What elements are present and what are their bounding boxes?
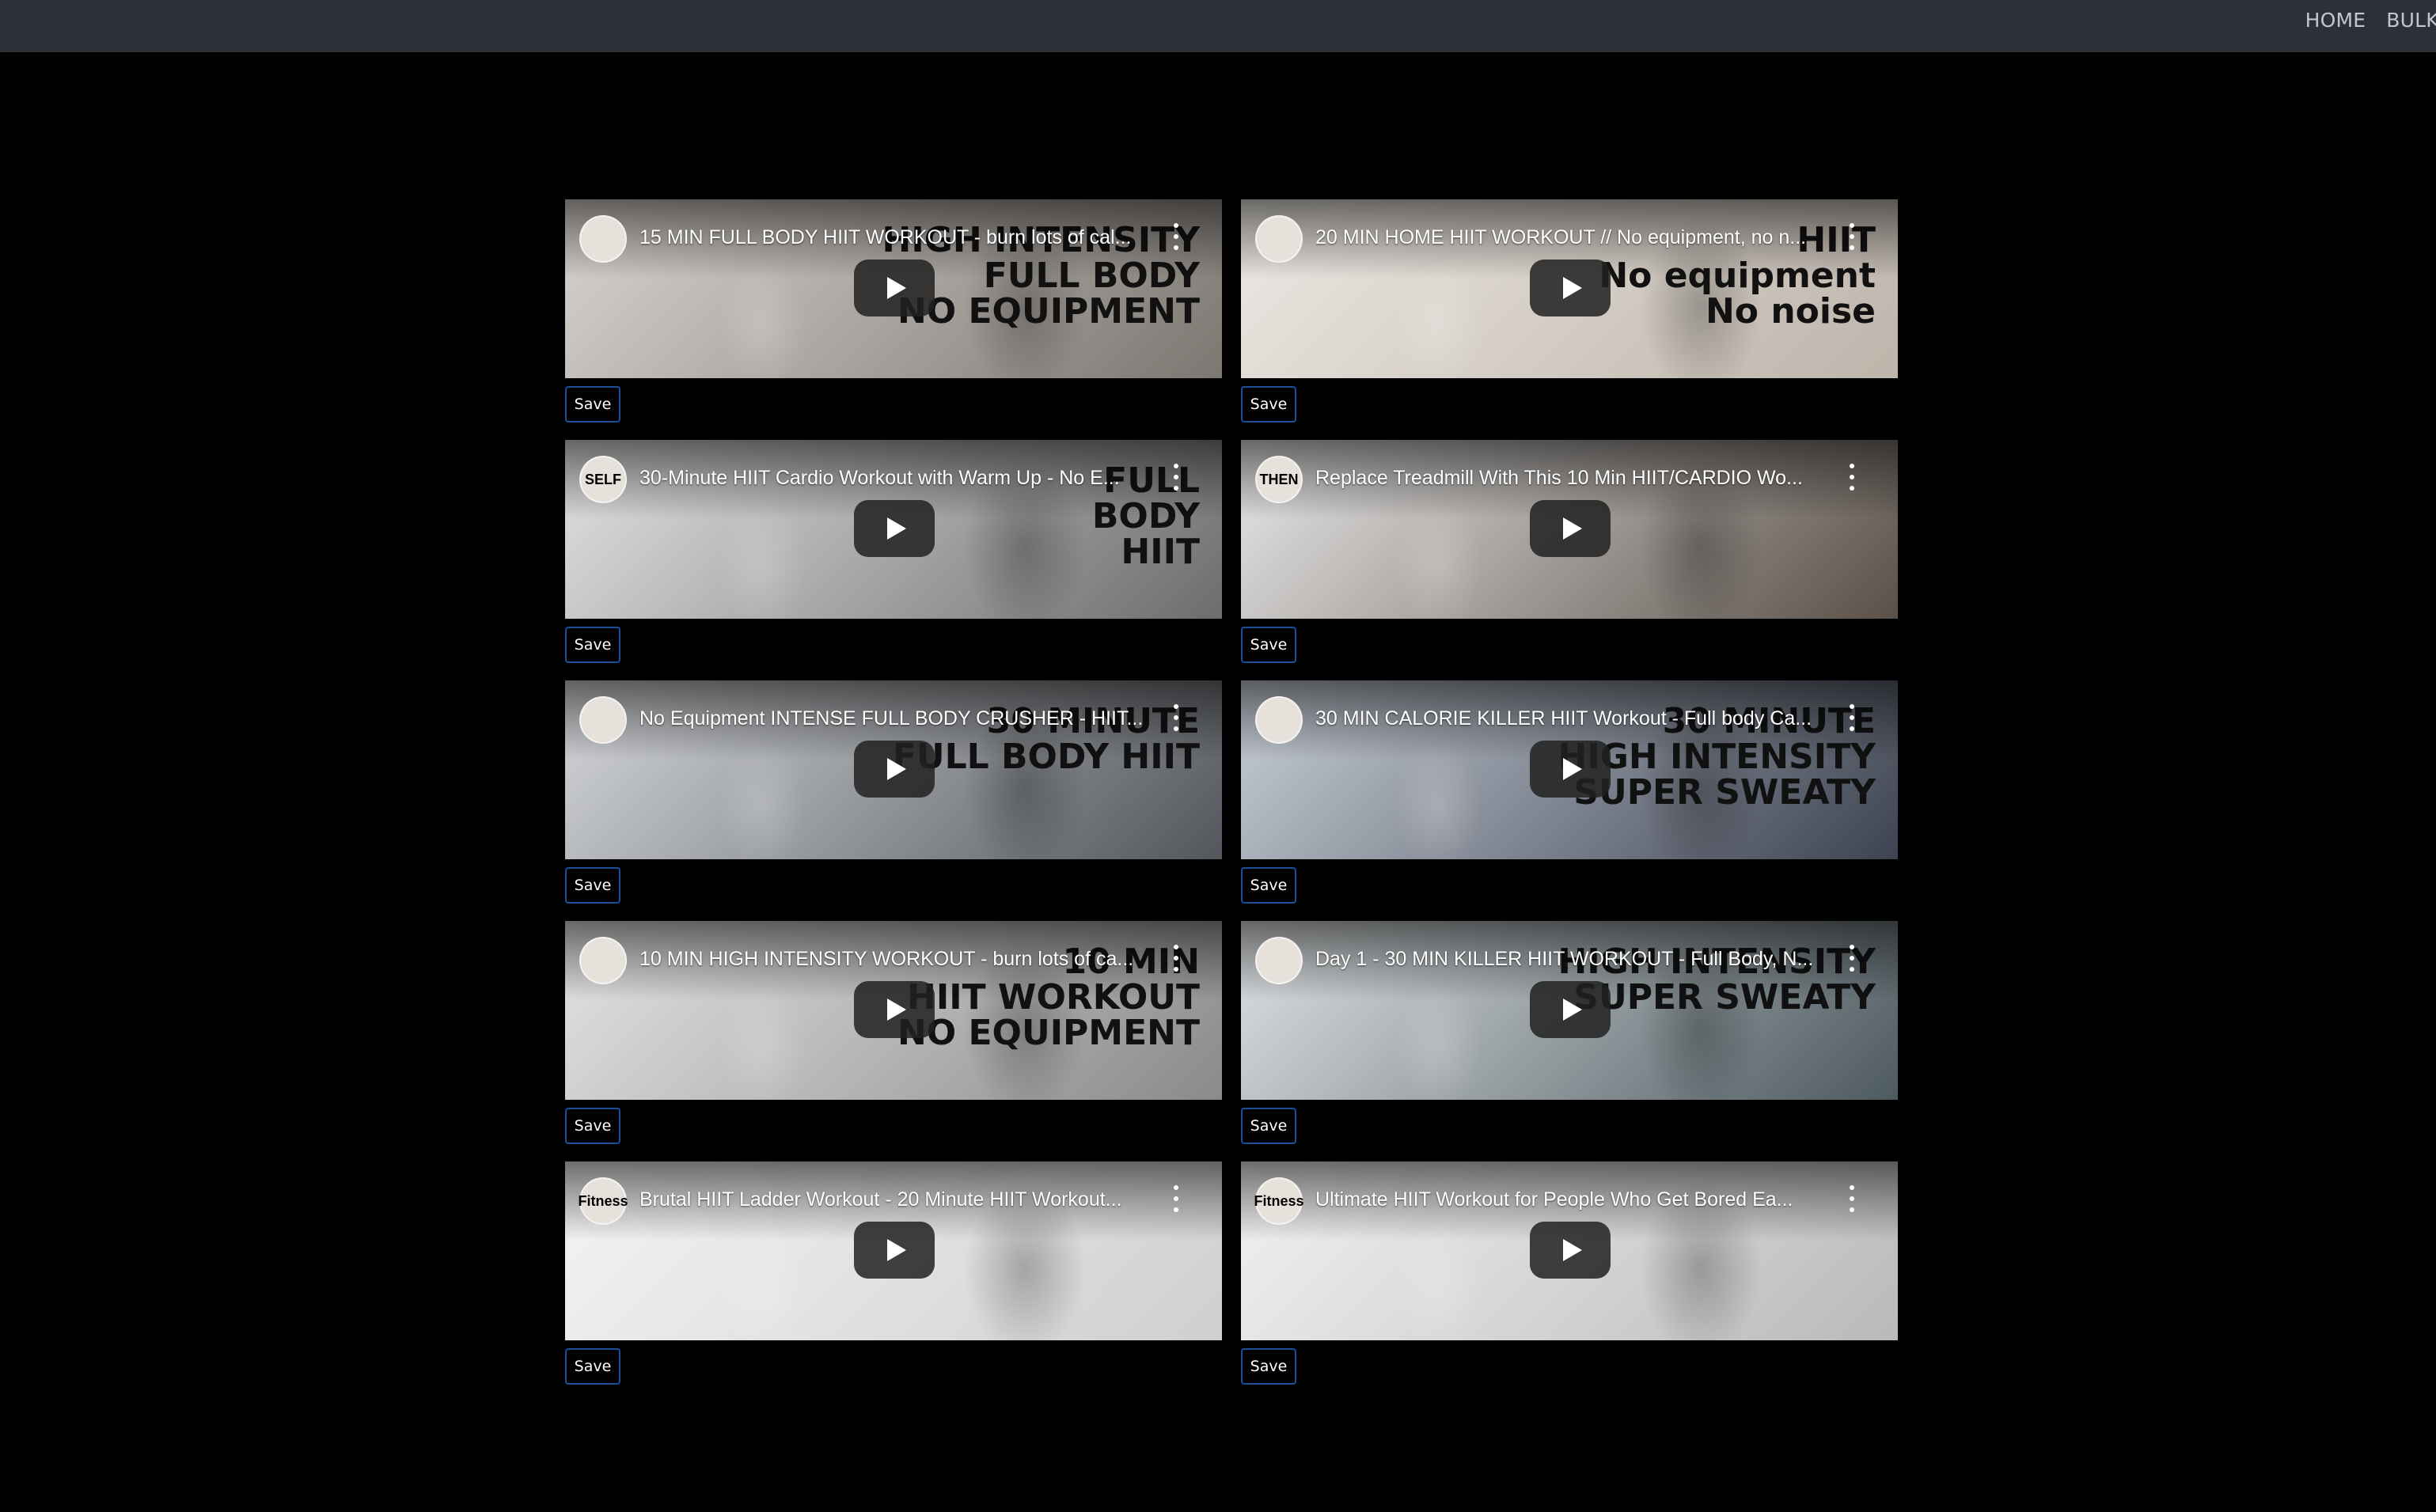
video-title[interactable]: Day 1 - 30 MIN KILLER HIIT WORKOUT - Ful… — [1315, 948, 1830, 971]
video-title[interactable]: 15 MIN FULL BODY HIIT WORKOUT - burn lot… — [639, 226, 1154, 249]
video-card: Fitness Ultimate HIIT Workout for People… — [1241, 1161, 1898, 1402]
play-button-icon[interactable] — [854, 981, 935, 1038]
channel-avatar[interactable]: Fitness — [578, 1177, 628, 1225]
play-button-icon[interactable] — [1530, 1222, 1611, 1279]
video-title[interactable]: No Equipment INTENSE FULL BODY CRUSHER -… — [639, 707, 1154, 730]
channel-avatar[interactable] — [579, 937, 627, 984]
video-embed[interactable]: FULLBODYHIIT SELF 30-Minute HIIT Cardio … — [565, 440, 1222, 619]
video-embed[interactable]: 10 MINHIIT WORKOUTNO EQUIPMENT 10 MIN HI… — [565, 921, 1222, 1100]
nav-home-link[interactable]: HOME — [2305, 9, 2366, 32]
save-button[interactable]: Save — [1241, 867, 1296, 904]
more-options-icon[interactable] — [1168, 1185, 1184, 1212]
video-card: THEN Replace Treadmill With This 10 Min … — [1241, 440, 1898, 680]
more-options-icon[interactable] — [1168, 704, 1184, 731]
video-card: HIITNo equipmentNo noise 20 MIN HOME HII… — [1241, 199, 1898, 440]
save-button[interactable]: Save — [1241, 1108, 1296, 1144]
video-card: Fitness Brutal HIIT Ladder Workout - 20 … — [565, 1161, 1222, 1402]
video-embed[interactable]: HIITNo equipmentNo noise 20 MIN HOME HII… — [1241, 199, 1898, 378]
more-options-icon[interactable] — [1168, 464, 1184, 491]
play-button-icon[interactable] — [1530, 260, 1611, 316]
save-button[interactable]: Save — [1241, 386, 1296, 423]
channel-avatar-label: Fitness — [1254, 1192, 1304, 1209]
video-title[interactable]: 10 MIN HIGH INTENSITY WORKOUT - burn lot… — [639, 948, 1154, 971]
play-button-icon[interactable] — [854, 741, 935, 798]
video-title[interactable]: Replace Treadmill With This 10 Min HIIT/… — [1315, 467, 1830, 490]
save-button[interactable]: Save — [1241, 1348, 1296, 1385]
play-button-icon[interactable] — [1530, 741, 1611, 798]
save-button[interactable]: Save — [565, 1108, 620, 1144]
more-options-icon[interactable] — [1844, 464, 1860, 491]
play-button-icon[interactable] — [854, 500, 935, 557]
more-options-icon[interactable] — [1844, 223, 1860, 250]
top-navbar: HOME BULK LE — [0, 0, 2436, 52]
channel-avatar[interactable]: THEN — [1255, 456, 1303, 503]
video-title[interactable]: 30 MIN CALORIE KILLER HIIT Workout - Ful… — [1315, 707, 1830, 730]
video-title[interactable]: 30-Minute HIIT Cardio Workout with Warm … — [639, 467, 1154, 490]
channel-avatar[interactable] — [1255, 215, 1303, 263]
save-button[interactable]: Save — [565, 627, 620, 663]
channel-avatar-label: THEN — [1259, 471, 1299, 487]
play-button-icon[interactable] — [854, 1222, 935, 1279]
video-embed[interactable]: 30 MINUTEHIGH INTENSITYSUPER SWEATY 30 M… — [1241, 680, 1898, 859]
more-options-icon[interactable] — [1844, 1185, 1860, 1212]
more-options-icon[interactable] — [1168, 945, 1184, 972]
video-embed[interactable]: HIGH INTENSITYSUPER SWEATY Day 1 - 30 MI… — [1241, 921, 1898, 1100]
save-button[interactable]: Save — [565, 867, 620, 904]
save-button[interactable]: Save — [1241, 627, 1296, 663]
more-options-icon[interactable] — [1844, 945, 1860, 972]
video-title[interactable]: 20 MIN HOME HIIT WORKOUT // No equipment… — [1315, 226, 1830, 249]
video-embed[interactable]: Fitness Brutal HIIT Ladder Workout - 20 … — [565, 1161, 1222, 1340]
channel-avatar-label: SELF — [584, 471, 621, 487]
channel-avatar[interactable]: Fitness — [1254, 1177, 1304, 1225]
play-button-icon[interactable] — [1530, 500, 1611, 557]
more-options-icon[interactable] — [1168, 223, 1184, 250]
video-card: 10 MINHIIT WORKOUTNO EQUIPMENT 10 MIN HI… — [565, 921, 1222, 1161]
channel-avatar[interactable]: SELF — [579, 456, 627, 503]
save-button[interactable]: Save — [565, 386, 620, 423]
video-title[interactable]: Brutal HIIT Ladder Workout - 20 Minute H… — [639, 1188, 1154, 1211]
video-embed[interactable]: Fitness Ultimate HIIT Workout for People… — [1241, 1161, 1898, 1340]
save-button[interactable]: Save — [565, 1348, 620, 1385]
video-card: HIGH INTENSITYSUPER SWEATY Day 1 - 30 MI… — [1241, 921, 1898, 1161]
channel-avatar[interactable] — [1255, 937, 1303, 984]
play-button-icon[interactable] — [854, 260, 935, 316]
video-card: 30 MINUTEFULL BODY HIIT No Equipment INT… — [565, 680, 1222, 921]
video-embed[interactable]: THEN Replace Treadmill With This 10 Min … — [1241, 440, 1898, 619]
channel-avatar[interactable] — [579, 696, 627, 744]
video-card: HIGH INTENSITYFULL BODYNO EQUIPMENT 15 M… — [565, 199, 1222, 440]
video-card: FULLBODYHIIT SELF 30-Minute HIIT Cardio … — [565, 440, 1222, 680]
nav-links: HOME BULK LE — [2305, 0, 2436, 40]
play-button-icon[interactable] — [1530, 981, 1611, 1038]
video-title[interactable]: Ultimate HIIT Workout for People Who Get… — [1315, 1188, 1830, 1211]
video-embed[interactable]: HIGH INTENSITYFULL BODYNO EQUIPMENT 15 M… — [565, 199, 1222, 378]
channel-avatar-label: Fitness — [578, 1192, 628, 1209]
more-options-icon[interactable] — [1844, 704, 1860, 731]
video-card: 30 MINUTEHIGH INTENSITYSUPER SWEATY 30 M… — [1241, 680, 1898, 921]
channel-avatar[interactable] — [1255, 696, 1303, 744]
nav-bulk-link[interactable]: BULK — [2386, 9, 2436, 32]
channel-avatar[interactable] — [579, 215, 627, 263]
video-embed[interactable]: 30 MINUTEFULL BODY HIIT No Equipment INT… — [565, 680, 1222, 859]
video-grid: HIGH INTENSITYFULL BODYNO EQUIPMENT 15 M… — [565, 199, 1898, 1402]
